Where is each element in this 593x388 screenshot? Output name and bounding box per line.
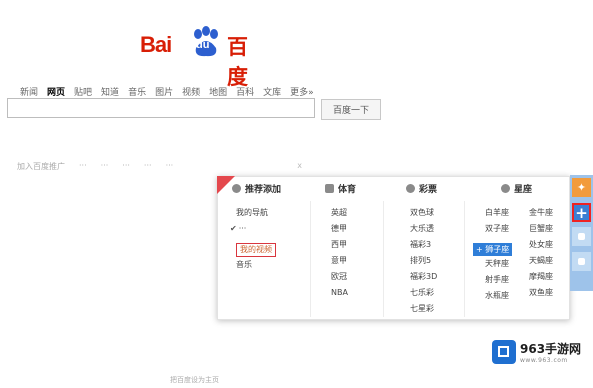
watermark-title: 963手游网 — [520, 342, 582, 356]
nav-item-images[interactable]: 图片 — [155, 85, 173, 98]
nav-item-news[interactable]: 新闻 — [20, 85, 38, 98]
watermark: 963手游网 www.963.com — [492, 340, 581, 364]
column-lottery: 彩票 双色球 大乐透 福彩3 排列5 福彩3D 七乐彩 七星彩 — [384, 177, 464, 319]
set-homepage-link[interactable]: 把百度设为主页 — [170, 375, 219, 385]
nav-item-wenku[interactable]: 文库 — [263, 85, 281, 98]
list-item[interactable]: 双鱼座 — [529, 285, 553, 301]
close-icon[interactable]: x — [297, 161, 302, 172]
toolbar-slot[interactable] — [572, 227, 591, 246]
column-header: 星座 — [465, 177, 569, 199]
logo-latin: Bai — [140, 32, 172, 57]
logo-du: du — [196, 39, 210, 51]
lottery-icon — [406, 183, 415, 193]
faint-link[interactable]: ··· — [79, 161, 87, 172]
list-item[interactable]: 摩羯座 — [529, 269, 553, 285]
logo-cn: 百度 — [227, 34, 249, 89]
list-item-selected[interactable]: + 狮子座 — [473, 243, 513, 256]
column-header: 彩票 — [384, 177, 464, 199]
nav-item-map[interactable]: 地图 — [209, 85, 227, 98]
nav-item-more[interactable]: 更多» — [290, 85, 314, 98]
column-sports: 体育 英超 德甲 西甲 意甲 欧冠 NBA — [311, 177, 383, 319]
column-zodiac: 星座 白羊座 双子座 + 狮子座 天秤座 射手座 水瓶座 金牛座 巨蟹座 处女座… — [465, 177, 569, 319]
column-recommended: 推荐添加 我的导航 ✔ ··· 我的视频 音乐 — [218, 177, 310, 319]
list-item-boxed[interactable]: 我的视频 — [236, 243, 276, 257]
list-item-checked[interactable]: ✔ ··· — [230, 221, 310, 237]
list-item[interactable]: 双子座 — [473, 221, 512, 237]
nav-item-web[interactable]: 网页 — [47, 85, 65, 98]
column-header: 推荐添加 — [218, 177, 310, 199]
nav-item-zhidao[interactable]: 知道 — [101, 85, 119, 98]
baidu-logo[interactable]: Bai du 百度 — [140, 26, 260, 89]
column-header: 体育 — [311, 177, 383, 199]
top-nav: 新闻 网页 贴吧 知道 音乐 图片 视频 地图 百科 文库 更多» — [20, 85, 314, 98]
faint-link[interactable]: ··· — [122, 161, 130, 172]
list-item[interactable]: 白羊座 — [473, 205, 512, 221]
faint-link[interactable]: ··· — [144, 161, 152, 172]
list-item[interactable]: 金牛座 — [529, 205, 553, 221]
list-item[interactable]: 福彩3 — [410, 237, 464, 253]
faint-link[interactable]: 加入百度推广 — [17, 161, 65, 172]
list-item[interactable]: 英超 — [331, 205, 383, 221]
nav-item-video[interactable]: 视频 — [182, 85, 200, 98]
zodiac-icon — [501, 183, 510, 193]
side-toolbar: ✦ + — [570, 175, 593, 291]
list-item[interactable]: 射手座 — [473, 272, 512, 288]
list-item[interactable]: NBA — [331, 285, 383, 301]
star-icon — [232, 183, 241, 193]
add-site-panel: 推荐添加 我的导航 ✔ ··· 我的视频 音乐 体育 英超 德甲 西甲 意甲 欧冠… — [217, 176, 570, 320]
list-item[interactable]: 西甲 — [331, 237, 383, 253]
toolbar-slot[interactable] — [572, 252, 591, 271]
list-item[interactable]: 大乐透 — [410, 221, 464, 237]
list-item[interactable]: 意甲 — [331, 253, 383, 269]
faint-link[interactable]: ··· — [101, 161, 109, 172]
list-item[interactable]: 天秤座 — [473, 256, 512, 272]
add-button[interactable]: + — [572, 203, 591, 222]
search-input[interactable] — [7, 98, 315, 118]
list-item[interactable]: 水瓶座 — [473, 288, 512, 304]
search-button[interactable]: 百度一下 — [321, 99, 381, 120]
nav-item-tieba[interactable]: 贴吧 — [74, 85, 92, 98]
nav-item-baike[interactable]: 百科 — [236, 85, 254, 98]
faint-link-row: 加入百度推广 ··· ··· ··· ··· ··· x — [17, 161, 302, 172]
list-item[interactable]: 我的导航 — [236, 205, 310, 221]
nav-item-music[interactable]: 音乐 — [128, 85, 146, 98]
faint-link[interactable]: ··· — [166, 161, 174, 172]
list-item[interactable]: 七星彩 — [410, 301, 464, 317]
list-item[interactable]: 欧冠 — [331, 269, 383, 285]
list-item[interactable]: 德甲 — [331, 221, 383, 237]
list-item[interactable]: 七乐彩 — [410, 285, 464, 301]
watermark-url: www.963.com — [520, 357, 568, 364]
list-item[interactable]: 音乐 — [236, 257, 310, 273]
check-icon: ✔ — [230, 224, 237, 233]
list-item[interactable]: 巨蟹座 — [529, 221, 553, 237]
list-item[interactable]: 双色球 — [410, 205, 464, 221]
sports-icon — [325, 183, 334, 193]
cube-logo-icon — [492, 340, 516, 364]
list-item[interactable]: 处女座 — [529, 237, 553, 253]
list-item[interactable]: 排列5 — [410, 253, 464, 269]
list-item[interactable]: 福彩3D — [410, 269, 464, 285]
gift-icon[interactable]: ✦ — [572, 178, 591, 197]
list-item[interactable]: 天蝎座 — [529, 253, 553, 269]
